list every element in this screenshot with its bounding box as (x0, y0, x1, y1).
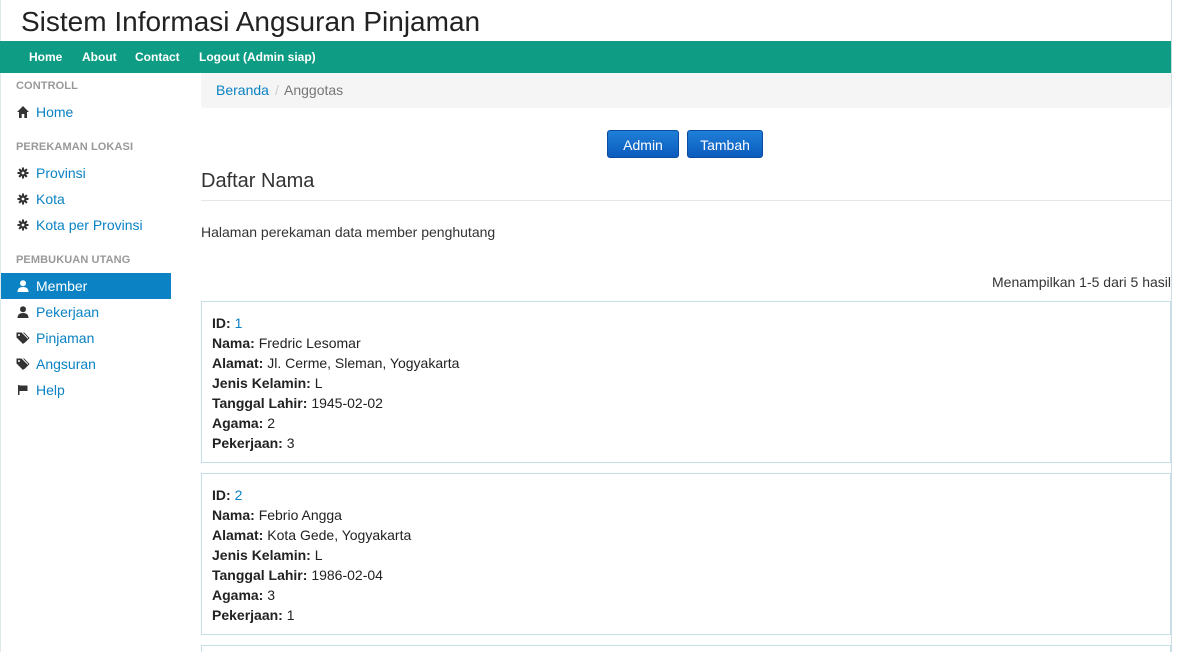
member-nama-row: Nama: Fredric Lesomar (212, 333, 361, 353)
sidebar-item-provinsi[interactable]: Provinsi (1, 160, 171, 186)
top-navbar: Home About Contact Logout (Admin siap) (0, 41, 1171, 73)
field-label: ID: (212, 315, 231, 331)
field-label: Agama: (212, 415, 264, 431)
field-label: Jenis Kelamin: (212, 547, 311, 563)
nav-about[interactable]: About (82, 41, 117, 73)
field-label: Nama: (212, 335, 255, 351)
field-label: Tanggal Lahir: (212, 567, 308, 583)
gear-icon (17, 167, 29, 179)
sidebar-header-pembukuan-utang: PEMBUKUAN UTANG (16, 254, 131, 266)
sidebar-item-pinjaman[interactable]: Pinjaman (1, 325, 171, 351)
nav-home[interactable]: Home (29, 41, 62, 73)
flag-icon (18, 385, 28, 395)
member-pekerjaan-row: Pekerjaan: 1 (212, 605, 295, 625)
member-jenis-kelamin-value: L (314, 375, 323, 391)
member-alamat-value: Kota Gede, Yogyakarta (267, 527, 412, 543)
gear-icon (17, 219, 29, 231)
gear-icon (17, 193, 29, 205)
sidebar-item-help[interactable]: Help (1, 377, 171, 403)
member-nama-row: Nama: Febrio Angga (212, 505, 342, 525)
sidebar-header-controll: CONTROLL (16, 80, 78, 92)
sidebar-item-label: Kota (36, 191, 65, 207)
member-nama-value: Fredric Lesomar (258, 335, 361, 351)
member-alamat-row: Alamat: Jl. Cerme, Sleman, Yogyakarta (212, 353, 459, 373)
sidebar-item-label: Home (36, 104, 74, 120)
member-jenis-kelamin-row: Jenis Kelamin: L (212, 373, 323, 393)
field-label: ID: (212, 487, 231, 503)
page-title: Daftar Nama (201, 170, 315, 192)
member-agama-row: Agama: 2 (212, 413, 275, 433)
sidebar-item-label: Member (36, 278, 88, 294)
sidebar-header-perekaman-lokasi: PEREKAMAN LOKASI (16, 141, 134, 153)
sidebar-item-label: Angsuran (36, 356, 96, 372)
tambah-button[interactable]: Tambah (687, 130, 763, 158)
field-label: Pekerjaan: (212, 607, 283, 623)
breadcrumb-separator: / (275, 82, 279, 98)
nav-contact[interactable]: Contact (135, 41, 180, 73)
member-agama-row: Agama: 3 (212, 585, 275, 605)
member-agama-value: 3 (267, 587, 276, 603)
user-icon (17, 306, 29, 318)
sidebar-item-angsuran[interactable]: Angsuran (1, 351, 171, 377)
field-label: Pekerjaan: (212, 435, 283, 451)
tags-icon (16, 358, 30, 370)
member-pekerjaan-value: 3 (286, 435, 295, 451)
user-icon (17, 280, 29, 292)
member-pekerjaan-row: Pekerjaan: 3 (212, 433, 295, 453)
sidebar-item-pekerjaan[interactable]: Pekerjaan (1, 299, 171, 325)
member-card: ID: 2 Nama: Febrio Angga Alamat: Kota Ge… (201, 473, 1171, 635)
page-description: Halaman perekaman data member penghutang (201, 224, 496, 240)
breadcrumb: Beranda / Anggotas (201, 73, 1171, 108)
member-alamat-value: Jl. Cerme, Sleman, Yogyakarta (267, 355, 460, 371)
sidebar-item-kota-per-provinsi[interactable]: Kota per Provinsi (1, 212, 171, 238)
field-label: Agama: (212, 587, 264, 603)
home-icon (17, 106, 29, 118)
member-id-link[interactable]: 2 (235, 487, 243, 503)
breadcrumb-home-link[interactable]: Beranda (216, 73, 269, 108)
member-jenis-kelamin-value: L (314, 547, 323, 563)
page-border-right (1171, 0, 1172, 652)
member-id-link[interactable]: 1 (235, 315, 243, 331)
field-label: Alamat: (212, 355, 264, 371)
sidebar-item-label: Pekerjaan (36, 304, 100, 320)
sidebar-item-label: Pinjaman (36, 330, 95, 346)
member-jenis-kelamin-row: Jenis Kelamin: L (212, 545, 323, 565)
breadcrumb-current: Anggotas (284, 82, 344, 98)
member-id-row: ID: 2 (212, 485, 242, 505)
member-agama-value: 2 (267, 415, 276, 431)
member-card: ID: 1 Nama: Fredric Lesomar Alamat: Jl. … (201, 301, 1171, 463)
sidebar-item-kota[interactable]: Kota (1, 186, 171, 212)
app-title: Sistem Informasi Angsuran Pinjaman (21, 6, 481, 37)
member-alamat-row: Alamat: Kota Gede, Yogyakarta (212, 525, 411, 545)
sidebar-item-member[interactable]: Member (1, 273, 171, 299)
field-label: Jenis Kelamin: (212, 375, 311, 391)
member-tanggal-lahir-value: 1986-02-04 (311, 567, 383, 583)
sidebar-item-label: Help (36, 382, 65, 398)
member-id-row: ID: 1 (212, 313, 242, 333)
member-tanggal-lahir-row: Tanggal Lahir: 1986-02-04 (212, 565, 383, 585)
member-pekerjaan-value: 1 (286, 607, 295, 623)
title-divider (201, 200, 1171, 201)
tags-icon (16, 332, 30, 344)
sidebar-item-label: Kota per Provinsi (36, 217, 143, 233)
sidebar: CONTROLL Home PEREKAMAN LOKASI Provinsi (0, 73, 171, 652)
admin-button[interactable]: Admin (607, 130, 679, 158)
member-tanggal-lahir-value: 1945-02-02 (311, 395, 383, 411)
member-tanggal-lahir-row: Tanggal Lahir: 1945-02-02 (212, 393, 383, 413)
field-label: Tanggal Lahir: (212, 395, 308, 411)
member-card (201, 645, 1171, 652)
field-label: Alamat: (212, 527, 264, 543)
sidebar-item-home[interactable]: Home (1, 99, 171, 125)
member-nama-value: Febrio Angga (258, 507, 342, 523)
nav-logout[interactable]: Logout (Admin siap) (199, 41, 316, 73)
results-summary: Menampilkan 1-5 dari 5 hasil (992, 274, 1171, 290)
sidebar-item-label: Provinsi (36, 165, 86, 181)
field-label: Nama: (212, 507, 255, 523)
